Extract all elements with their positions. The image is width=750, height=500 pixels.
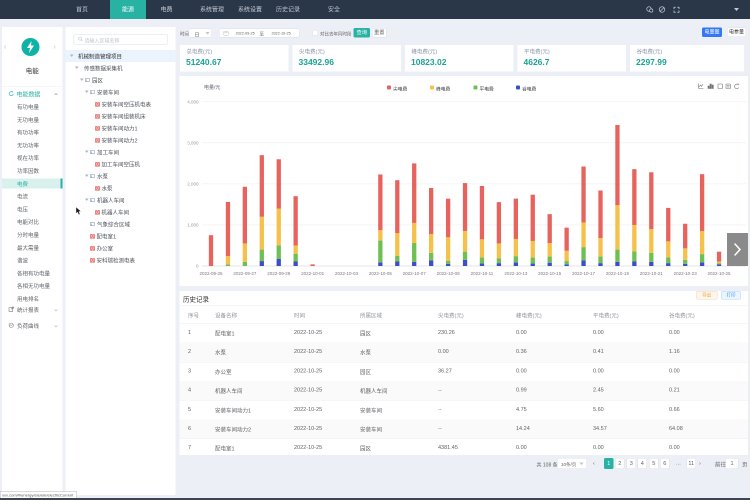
svg-text:2022-09-29: 2022-09-29 <box>267 271 291 276</box>
svg-text:2022-10-23: 2022-10-23 <box>674 271 698 276</box>
svg-text:2022-10-17: 2022-10-17 <box>572 271 596 276</box>
svg-text:2022-10-09: 2022-10-09 <box>437 271 461 276</box>
svg-text:1,000: 1,000 <box>187 222 199 227</box>
svg-text:2022-10-11: 2022-10-11 <box>471 271 494 276</box>
svg-text:2022-10-21: 2022-10-21 <box>640 271 664 276</box>
svg-text:4,000: 4,000 <box>187 99 199 104</box>
svg-text:2,000: 2,000 <box>187 181 199 186</box>
svg-text:2022-10-05: 2022-10-05 <box>369 271 393 276</box>
svg-text:3,000: 3,000 <box>187 140 199 145</box>
svg-text:2022-10-07: 2022-10-07 <box>403 271 427 276</box>
svg-text:2022-09-27: 2022-09-27 <box>233 271 257 276</box>
svg-text:0: 0 <box>196 264 199 269</box>
svg-text:2022-10-03: 2022-10-03 <box>335 271 359 276</box>
svg-text:2022-09-25: 2022-09-25 <box>199 271 223 276</box>
svg-text:2022-10-25: 2022-10-25 <box>708 271 732 276</box>
svg-text:2022-10-15: 2022-10-15 <box>538 271 562 276</box>
svg-text:2022-10-19: 2022-10-19 <box>606 271 630 276</box>
svg-text:2022-10-01: 2022-10-01 <box>301 271 325 276</box>
svg-text:2022-10-13: 2022-10-13 <box>504 271 528 276</box>
